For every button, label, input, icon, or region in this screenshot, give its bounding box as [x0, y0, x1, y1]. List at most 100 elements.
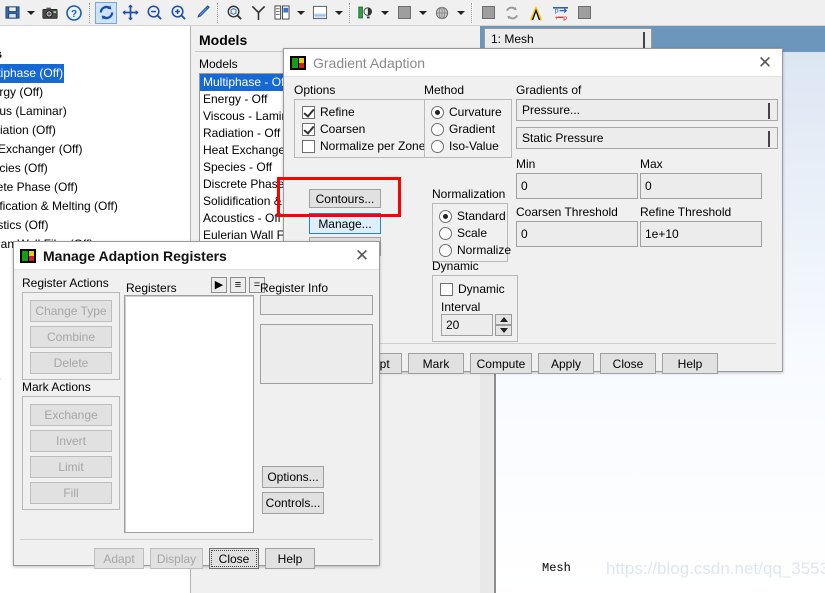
- register-info-detail-field[interactable]: [260, 324, 373, 384]
- close-button[interactable]: Close: [209, 548, 259, 569]
- scene-icon[interactable]: [309, 2, 331, 24]
- registers-controls-button[interactable]: Controls...: [262, 492, 324, 514]
- help-icon[interactable]: ?: [63, 2, 85, 24]
- help-button[interactable]: Help: [265, 548, 315, 569]
- app-window: ? p + p iphase (Off) rgy (Off) us (Lamin…: [0, 0, 825, 593]
- tree-item[interactable]: eral: [0, 26, 190, 45]
- normalize-per-zone-checkbox[interactable]: Normalize per Zone: [302, 139, 425, 153]
- rotate-icon[interactable]: [95, 1, 117, 24]
- tree-item-multiphase[interactable]: Multiphase (Off): [0, 64, 64, 83]
- fluent-a-icon[interactable]: [525, 2, 547, 24]
- combine-button[interactable]: Combine: [30, 326, 112, 348]
- manage-registers-title-bar[interactable]: Manage Adaption Registers ✕: [14, 242, 379, 270]
- invert-button[interactable]: Invert: [30, 430, 112, 452]
- adapt-button[interactable]: Adapt: [94, 548, 144, 569]
- graphics-window-selector[interactable]: 1: Mesh: [484, 28, 652, 49]
- registers-listbox[interactable]: [124, 295, 254, 533]
- toolbar-separator: [471, 2, 473, 23]
- dynamic-group-box: Dynamic Interval 20: [432, 275, 518, 342]
- interval-input[interactable]: 20: [441, 314, 493, 336]
- checkbox-label: Dynamic: [458, 282, 505, 296]
- lighting-dropdown-arrow-icon[interactable]: [378, 2, 391, 24]
- gray-block-icon[interactable]: [477, 2, 499, 24]
- tree-item-radiation[interactable]: Radiation (Off): [0, 121, 190, 140]
- close-icon[interactable]: ✕: [349, 244, 375, 268]
- change-type-button[interactable]: Change Type: [30, 300, 112, 322]
- tree-item[interactable]: dels: [0, 45, 190, 64]
- list-expand-icon[interactable]: ▶: [211, 277, 227, 293]
- gray-block-icon[interactable]: [573, 2, 595, 24]
- contours-button[interactable]: Contours...: [309, 189, 381, 208]
- radio-label: Gradient: [449, 122, 496, 136]
- iso-value-radio[interactable]: Iso-Value: [431, 139, 499, 153]
- tree-item-heat-exchanger[interactable]: eat Exchanger (Off): [0, 140, 190, 159]
- help-button[interactable]: Help: [662, 353, 718, 374]
- zoom-in-icon[interactable]: [167, 2, 189, 24]
- normalize-radio[interactable]: Normalize: [439, 243, 511, 257]
- stepper-up-icon[interactable]: [495, 314, 512, 325]
- gradients-variable-combo[interactable]: Static Pressure: [516, 127, 778, 149]
- coarsen-checkbox[interactable]: Coarsen: [302, 122, 365, 136]
- tree-item-solidification[interactable]: olidification & Melting (Off): [0, 197, 190, 216]
- refine-checkbox[interactable]: Refine: [302, 105, 355, 119]
- compute-button[interactable]: Compute: [470, 353, 532, 374]
- color-dropdown-arrow-icon[interactable]: [416, 2, 429, 24]
- limit-button[interactable]: Limit: [30, 456, 112, 478]
- layout-icon[interactable]: [271, 2, 293, 24]
- render-dropdown-arrow-icon[interactable]: [454, 2, 467, 24]
- coarsen-threshold-label: Coarsen Threshold: [516, 205, 618, 219]
- coarsen-threshold-input[interactable]: 0: [516, 221, 638, 247]
- close-button[interactable]: Close: [600, 353, 656, 374]
- refresh-icon[interactable]: [501, 2, 523, 24]
- layout-dropdown-arrow-icon[interactable]: [294, 2, 307, 24]
- dynamic-checkbox[interactable]: Dynamic: [440, 282, 505, 296]
- tree-item-acoustics[interactable]: coustics (Off): [0, 216, 190, 235]
- pressure-icon[interactable]: p + p: [549, 2, 571, 24]
- exchange-button[interactable]: Exchange: [30, 404, 112, 426]
- scene-dropdown-arrow-icon[interactable]: [332, 2, 345, 24]
- render-icon[interactable]: [431, 2, 453, 24]
- tree-item[interactable]: phi: [0, 577, 190, 593]
- tree-item-energy[interactable]: Energy (Off): [0, 83, 190, 102]
- probe-icon[interactable]: [191, 2, 213, 24]
- close-icon[interactable]: ✕: [752, 51, 778, 75]
- mark-actions-group: Mark Actions Exchange Invert Limit Fill: [22, 380, 120, 510]
- manage-registers-body: Register Actions Change Type Combine Del…: [14, 270, 379, 569]
- min-input[interactable]: 0: [516, 173, 638, 199]
- delete-button[interactable]: Delete: [30, 352, 112, 374]
- toolbar-group-view-nav: [94, 0, 214, 26]
- mark-button[interactable]: Mark: [408, 353, 464, 374]
- axes-icon[interactable]: [247, 2, 269, 24]
- display-button[interactable]: Display: [150, 548, 203, 569]
- tree-item-discrete-phase[interactable]: iscrete Phase (Off): [0, 178, 190, 197]
- gradient-radio[interactable]: Gradient: [431, 122, 495, 136]
- fill-button[interactable]: Fill: [30, 482, 112, 504]
- toolbar-group-solve: p + p: [476, 0, 596, 26]
- save-dropdown-arrow-icon[interactable]: [24, 2, 37, 24]
- max-input[interactable]: 0: [640, 173, 762, 199]
- apply-button[interactable]: Apply: [538, 353, 594, 374]
- radio-box: [439, 243, 452, 257]
- pan-icon[interactable]: [119, 2, 141, 24]
- zoom-out-icon[interactable]: [143, 2, 165, 24]
- scale-radio[interactable]: Scale: [439, 226, 487, 240]
- manage-button[interactable]: Manage...: [309, 213, 381, 234]
- save-icon[interactable]: [1, 2, 23, 24]
- lighting-icon[interactable]: [355, 2, 377, 24]
- list-rows-icon[interactable]: ≡: [230, 277, 246, 293]
- interval-stepper[interactable]: [495, 314, 512, 336]
- stepper-down-icon[interactable]: [495, 325, 512, 336]
- curvature-radio[interactable]: Curvature: [431, 105, 502, 119]
- standard-radio[interactable]: Standard: [439, 209, 506, 223]
- gradient-adaption-title-bar[interactable]: Gradient Adaption ✕: [284, 49, 782, 77]
- tree-item-viscous[interactable]: iscous (Laminar): [0, 102, 190, 121]
- method-group: Method Curvature Gradient Iso-Value: [424, 83, 512, 158]
- color-swatch-icon[interactable]: [393, 2, 415, 24]
- tree-item-species[interactable]: Species (Off): [0, 159, 190, 178]
- camera-icon[interactable]: [39, 2, 61, 24]
- options-button[interactable]: Options...: [262, 466, 324, 488]
- register-info-name-field[interactable]: [260, 295, 373, 315]
- gradients-category-combo[interactable]: Pressure...: [516, 99, 778, 121]
- zoom-box-icon[interactable]: [223, 2, 245, 24]
- refine-threshold-input[interactable]: 1e+10: [640, 221, 762, 247]
